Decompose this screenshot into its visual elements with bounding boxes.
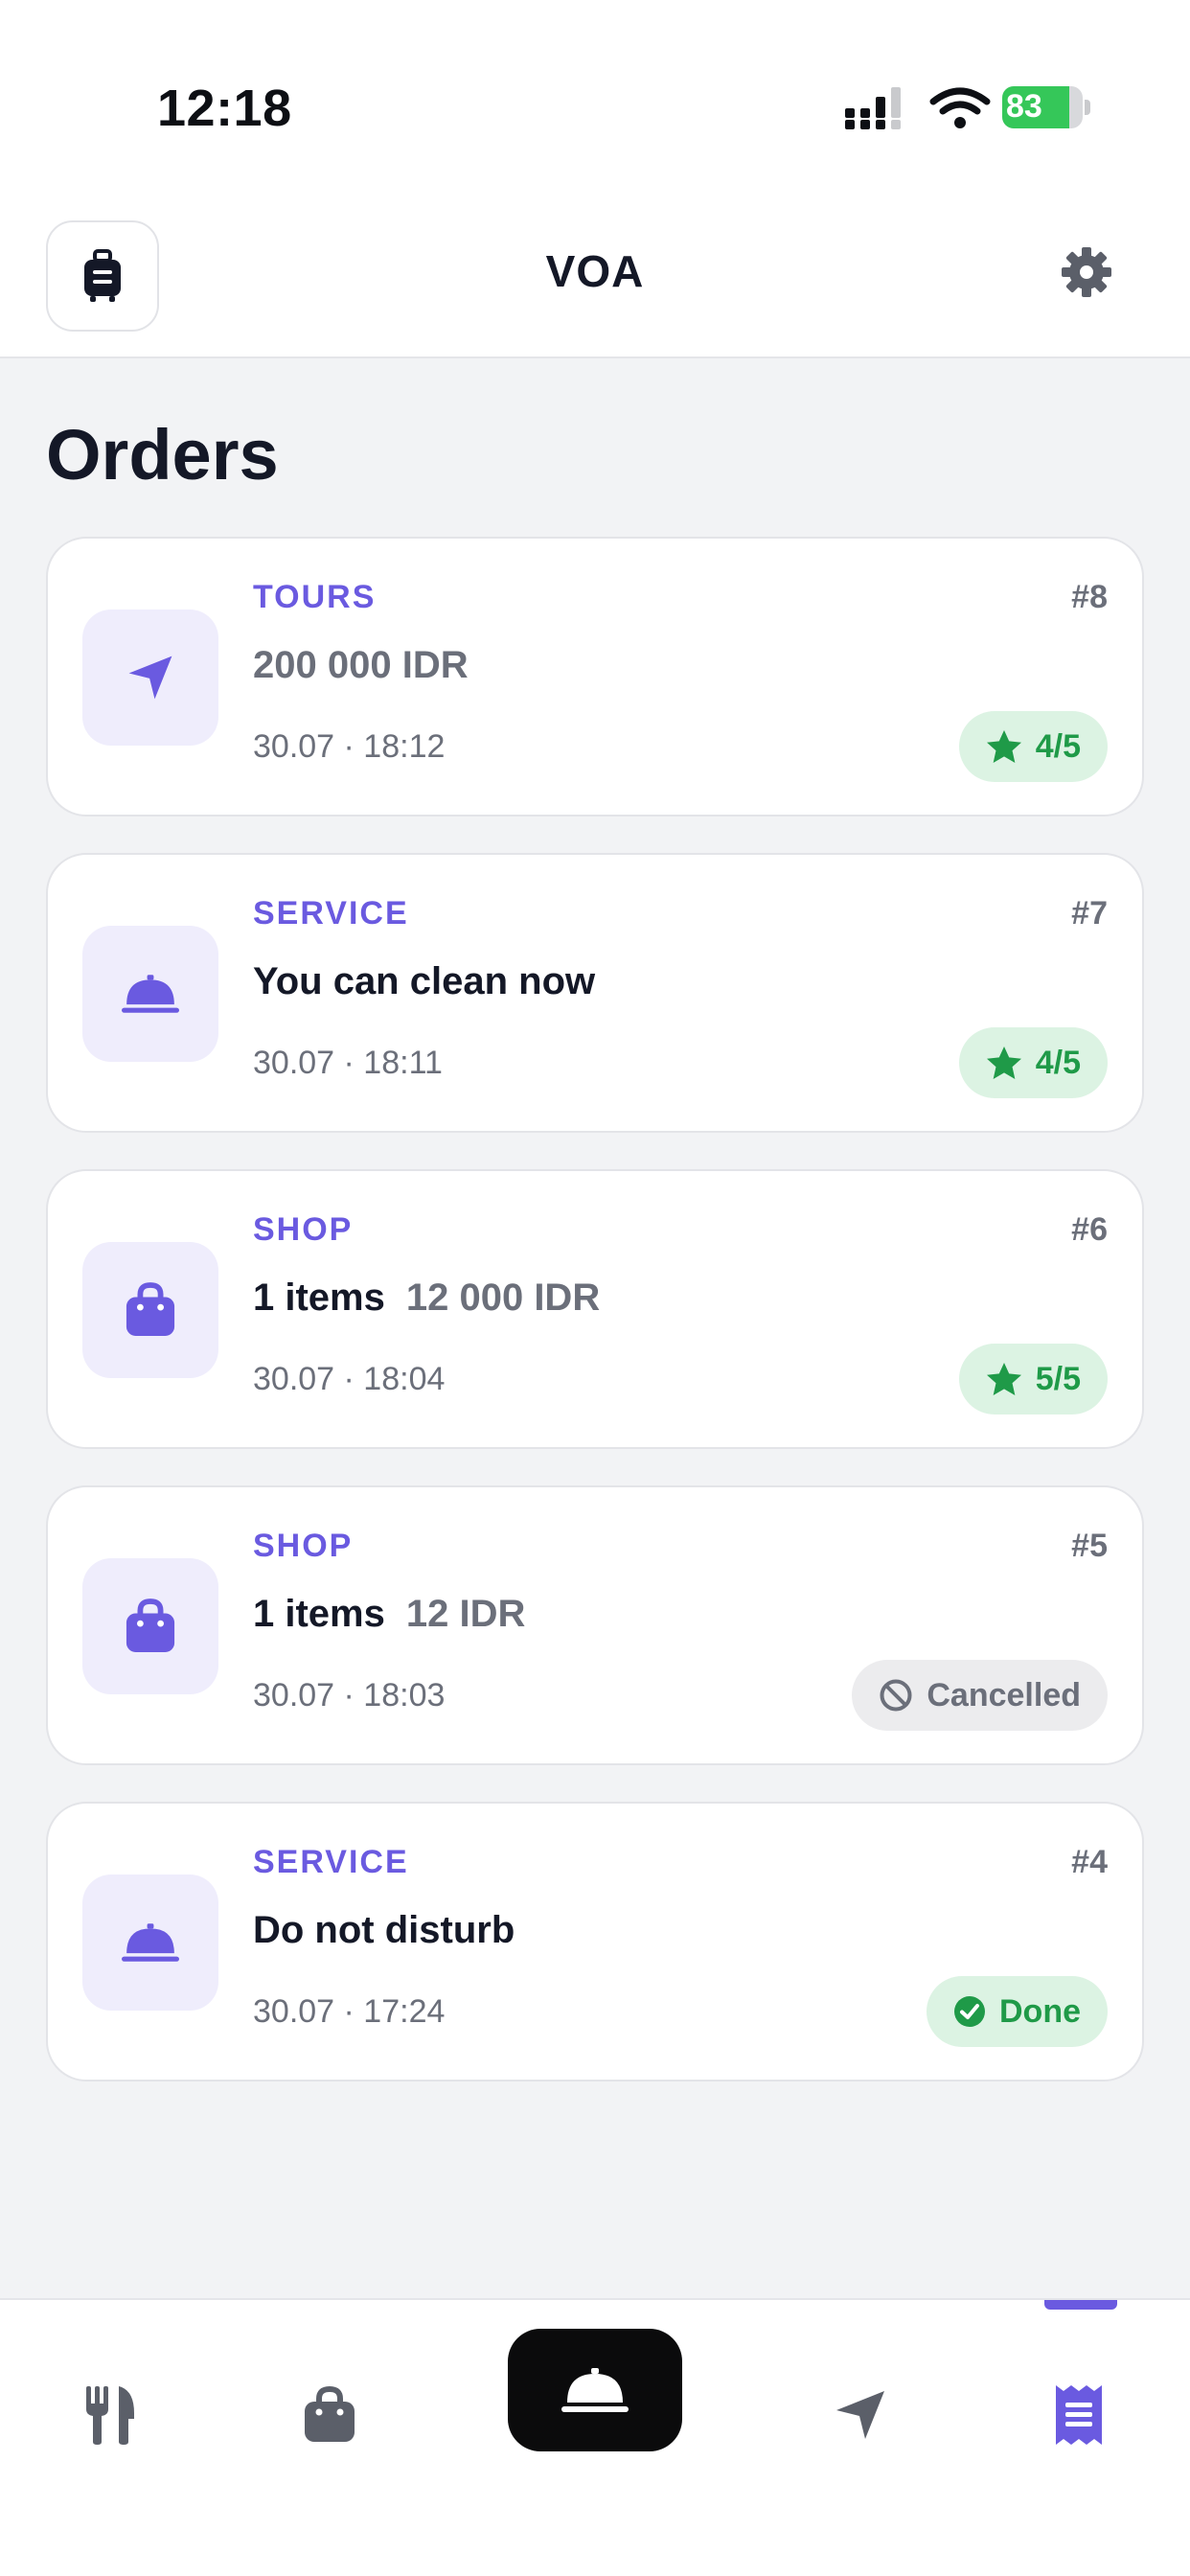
order-number: #7 xyxy=(1071,895,1108,932)
order-title: Do not disturb xyxy=(253,1909,515,1952)
order-category: SHOP xyxy=(253,1528,354,1564)
order-title: 200 000 IDR xyxy=(253,644,469,687)
badge-label: Cancelled xyxy=(927,1676,1081,1714)
order-status-badge: 4/5 xyxy=(958,1027,1108,1098)
star-icon xyxy=(986,729,1021,764)
nav-service[interactable] xyxy=(508,2329,682,2451)
order-category: SHOP xyxy=(253,1211,354,1248)
order-card[interactable]: SERVICE #4 Do not disturb 30.07 · 17:24 … xyxy=(46,1802,1144,2082)
order-time: 30.07 · 17:24 xyxy=(253,1993,446,2030)
order-status-badge: Cancelled xyxy=(852,1660,1108,1731)
order-category: SERVICE xyxy=(253,1844,409,1880)
status-icons xyxy=(841,84,991,132)
order-title: 1 items 12 IDR xyxy=(253,1593,525,1636)
service-bell-icon xyxy=(561,2368,629,2412)
app-title: VOA xyxy=(545,246,645,296)
status-time: 12:18 xyxy=(157,80,292,137)
cellular-signal-icon xyxy=(845,87,901,129)
badge-label: 5/5 xyxy=(1035,1360,1081,1397)
order-title-text: 200 000 IDR xyxy=(253,644,469,686)
service-bell-icon xyxy=(122,975,179,1013)
star-icon xyxy=(986,1046,1021,1080)
order-icon xyxy=(82,610,218,746)
order-title-text: Do not disturb xyxy=(253,1909,515,1951)
page-title: Orders xyxy=(46,415,279,494)
order-icon xyxy=(82,1874,218,2011)
order-time: 30.07 · 18:03 xyxy=(253,1677,446,1714)
order-category: TOURS xyxy=(253,579,377,615)
order-amount: 12 000 IDR xyxy=(405,1276,601,1319)
order-status-badge: Done xyxy=(927,1976,1108,2047)
navigation-arrow-icon xyxy=(836,2391,884,2439)
nav-orders[interactable] xyxy=(1021,2358,1136,2472)
shopping-bag-icon xyxy=(305,2386,355,2442)
badge-label: 4/5 xyxy=(1035,1044,1081,1081)
order-time: 30.07 · 18:12 xyxy=(253,728,446,765)
service-bell-icon xyxy=(122,1923,179,1962)
receipt-icon xyxy=(1056,2385,1102,2445)
shopping-bag-icon xyxy=(126,1282,175,1336)
navigation-arrow-icon xyxy=(128,656,172,700)
shopping-bag-icon xyxy=(126,1598,175,1652)
nav-shop[interactable] xyxy=(272,2358,387,2472)
active-tab-indicator xyxy=(1044,2300,1117,2310)
nav-tours[interactable] xyxy=(803,2358,918,2472)
bottom-navigation xyxy=(0,2298,1190,2576)
order-card[interactable]: TOURS #8 200 000 IDR 30.07 · 18:12 4/5 xyxy=(46,537,1144,816)
top-bar: 12:18 83 VOA xyxy=(0,0,1190,358)
badge-label: Done xyxy=(999,1992,1081,2030)
check-circle-icon xyxy=(954,1996,985,2027)
order-title: You can clean now xyxy=(253,960,595,1003)
gear-icon[interactable] xyxy=(1060,245,1113,299)
wifi-icon xyxy=(929,87,991,128)
battery-percent: 83 xyxy=(1006,88,1042,125)
order-number: #5 xyxy=(1071,1528,1108,1564)
order-category: SERVICE xyxy=(253,895,409,932)
badge-label: 4/5 xyxy=(1035,727,1081,765)
order-number: #8 xyxy=(1071,579,1108,615)
nav-restaurant[interactable] xyxy=(54,2358,169,2472)
battery-indicator: 83 xyxy=(1002,86,1090,128)
order-status-badge: 5/5 xyxy=(958,1344,1108,1414)
fork-knife-icon xyxy=(86,2386,134,2445)
order-title-text: You can clean now xyxy=(253,960,596,1002)
order-icon xyxy=(82,1558,218,1694)
star-icon xyxy=(986,1362,1021,1396)
order-time: 30.07 · 18:11 xyxy=(253,1045,443,1081)
order-icon xyxy=(82,926,218,1062)
prohibited-icon xyxy=(880,1679,912,1712)
order-card[interactable]: SHOP #5 1 items 12 IDR 30.07 · 18:03 Canc… xyxy=(46,1485,1144,1765)
order-items-count: 1 items xyxy=(253,1593,385,1635)
order-status-badge: 4/5 xyxy=(958,711,1108,782)
order-number: #4 xyxy=(1071,1844,1108,1880)
order-icon xyxy=(82,1242,218,1378)
order-card[interactable]: SHOP #6 1 items 12 000 IDR 30.07 · 18:04 … xyxy=(46,1169,1144,1449)
order-amount: 12 IDR xyxy=(405,1593,526,1635)
order-card[interactable]: SERVICE #7 You can clean now 30.07 · 18:… xyxy=(46,853,1144,1133)
order-items-count: 1 items xyxy=(253,1276,385,1319)
order-number: #6 xyxy=(1071,1211,1108,1248)
order-title: 1 items 12 000 IDR xyxy=(253,1276,600,1320)
order-time: 30.07 · 18:04 xyxy=(253,1361,446,1397)
